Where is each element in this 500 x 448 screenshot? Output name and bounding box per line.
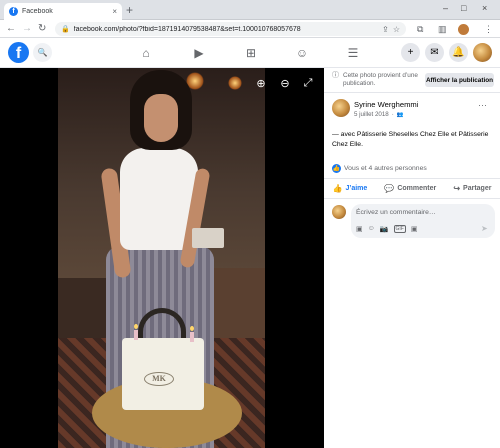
commenter-avatar[interactable]: [332, 205, 346, 219]
comment-input[interactable]: Écrivez un commentaire… ▣ ☺ 📷 GIF ▣ ➤: [351, 204, 495, 238]
back-arrow-icon[interactable]: ←: [6, 23, 16, 35]
messenger-icon[interactable]: ✉: [425, 43, 444, 62]
account-avatar[interactable]: [473, 43, 492, 62]
reload-icon[interactable]: ↻: [38, 23, 46, 35]
view-post-button[interactable]: Afficher la publication: [425, 73, 494, 87]
info-icon: ⓘ: [332, 72, 339, 79]
address-bar[interactable]: 🔒 facebook.com/photo/?fbid=1871914079538…: [55, 22, 406, 36]
like-label: J’aime: [345, 184, 368, 192]
share-page-icon[interactable]: ⇪: [382, 25, 389, 34]
send-icon[interactable]: ➤: [481, 224, 488, 233]
divider: [324, 92, 500, 93]
camera-icon[interactable]: 📷: [380, 225, 389, 233]
comment-icon: 💬: [384, 183, 395, 193]
video-icon[interactable]: ▶: [191, 45, 207, 61]
search-button[interactable]: 🔍: [33, 43, 52, 62]
share-icon: ↪: [453, 183, 461, 193]
facebook-favicon-icon: f: [9, 7, 18, 16]
zoom-out-icon[interactable]: ⊖: [278, 76, 292, 90]
extensions-icon[interactable]: ⧉: [417, 23, 423, 35]
minimize-icon[interactable]: –: [443, 3, 448, 13]
new-tab-button[interactable]: +: [126, 3, 133, 17]
avatar-sticker-icon[interactable]: ▣: [356, 225, 363, 233]
zoom-in-icon[interactable]: ⊕: [254, 76, 268, 90]
like-icon: 👍: [332, 183, 343, 193]
photo-source-notice: ⓘ Cette photo provient d’une publication…: [332, 72, 422, 88]
share-button[interactable]: ↪ Partager: [453, 184, 491, 193]
forward-arrow-icon[interactable]: →: [22, 23, 32, 35]
comment-button[interactable]: 💬 Commenter: [384, 184, 436, 193]
photo-lamp: [228, 76, 242, 90]
emoji-icon[interactable]: ☺: [368, 225, 375, 233]
photo-candle-flame: [134, 324, 138, 329]
comment-label: Commenter: [397, 184, 437, 192]
photo-person-face: [144, 94, 178, 142]
tab-title: Facebook: [22, 8, 53, 15]
meta-separator: ·: [391, 111, 394, 118]
comment-placeholder[interactable]: Écrivez un commentaire…: [356, 209, 436, 216]
post-caption: — avec Pâtisserie Sheselles Chez Elle et…: [332, 131, 489, 148]
reactions-text[interactable]: Vous et 4 autres personnes: [344, 165, 427, 172]
tab-close-icon[interactable]: ×: [112, 7, 117, 16]
post-photo[interactable]: MK: [58, 68, 265, 448]
groups-icon[interactable]: ☺: [294, 45, 310, 61]
share-label: Partager: [463, 184, 492, 192]
create-plus-icon[interactable]: +: [401, 43, 420, 62]
close-window-icon[interactable]: ×: [482, 3, 487, 13]
home-icon[interactable]: ⌂: [138, 45, 154, 61]
browser-menu-icon[interactable]: ⋮: [484, 23, 493, 35]
bookmark-star-icon[interactable]: ☆: [393, 25, 400, 34]
post-actions: 👍 J’aime 💬 Commenter ↪ Partager: [324, 180, 500, 196]
like-reaction-icon: 👍: [332, 164, 341, 173]
divider: [324, 178, 500, 179]
sticker-icon[interactable]: ▣: [411, 225, 418, 233]
photo-candle: [134, 330, 138, 340]
photo-candle: [190, 332, 194, 342]
post-meta: 5 juillet 2018 · 👥: [354, 111, 404, 118]
maximize-icon[interactable]: □: [461, 3, 466, 13]
browser-profile-avatar[interactable]: [458, 24, 469, 35]
author-name[interactable]: Syrine Werghemmi: [354, 100, 418, 109]
browser-tab-facebook[interactable]: f Facebook ×: [4, 3, 122, 20]
photo-cake-logo: MK: [144, 372, 174, 386]
like-button[interactable]: 👍 J’aime: [333, 184, 368, 193]
reactions-summary[interactable]: 👍 Vous et 4 autres personnes: [332, 164, 427, 173]
post-details-panel: ⓘ Cette photo provient d’une publication…: [324, 68, 500, 448]
photo-candle-flame: [190, 326, 194, 331]
photo-phone: [192, 228, 224, 248]
marketplace-icon[interactable]: ⊞: [243, 45, 259, 61]
post-date[interactable]: 5 juillet 2018: [354, 111, 389, 118]
lock-icon[interactable]: 🔒: [61, 25, 70, 33]
url-text[interactable]: facebook.com/photo/?fbid=187191407953848…: [74, 26, 378, 33]
photo-notice-text: Cette photo provient d’une publication.: [343, 72, 418, 87]
search-icon: 🔍: [37, 48, 48, 57]
menu-hamburger-icon[interactable]: ☰: [345, 45, 361, 61]
facebook-logo[interactable]: f: [8, 42, 29, 63]
divider: [324, 198, 500, 199]
notifications-bell-icon[interactable]: 🔔: [449, 43, 468, 62]
side-panel-icon[interactable]: ▥: [438, 23, 447, 35]
author-avatar[interactable]: [332, 99, 350, 117]
gif-icon[interactable]: GIF: [393, 225, 406, 233]
comment-tools: ▣ ☺ 📷 GIF ▣: [356, 225, 417, 233]
browser-toolbar: ← → ↻ 🔒 facebook.com/photo/?fbid=1871914…: [0, 20, 500, 38]
photo-viewer: MK ⊕ ⊖ ⤢: [0, 68, 324, 448]
facebook-top-bar: f 🔍 ⌂ ▶ ⊞ ☺ ☰ + ✉ 🔔: [0, 38, 500, 68]
browser-tab-strip: f Facebook × + – □ ×: [0, 0, 500, 20]
friends-audience-icon: 👥: [396, 111, 404, 118]
fullscreen-icon[interactable]: ⤢: [301, 76, 315, 90]
more-options-icon[interactable]: ···: [478, 100, 487, 110]
